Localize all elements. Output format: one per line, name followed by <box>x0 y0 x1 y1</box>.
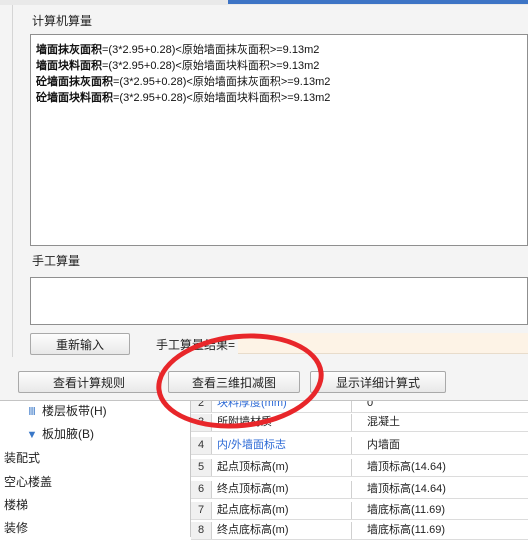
tree-group-prefab[interactable]: 装配式 <box>4 449 40 467</box>
show-detailed-formula-button[interactable]: 显示详细计算式 <box>310 371 446 393</box>
view-3d-deduction-button[interactable]: 查看三维扣减图 <box>168 371 300 393</box>
manual-section-title: 手工算量 <box>32 254 81 268</box>
manual-result-field[interactable] <box>238 333 528 354</box>
property-table: 2 块料厚度(mm) 0 3 所附墙材质 混凝土 4 内/外墙面标志 内墙面 5… <box>190 385 528 540</box>
slab-haunch-icon: ▼ <box>26 429 38 441</box>
table-row[interactable]: 5 起点顶标高(m) 墙顶标高(14.64) <box>191 459 528 477</box>
table-row[interactable]: 8 终点底标高(m) 墙底标高(11.69) <box>191 522 528 540</box>
tree-item-label: 板加腋(B) <box>42 427 94 441</box>
manual-calc-input[interactable] <box>30 277 528 325</box>
floor-slab-band-icon: Ⅲ <box>28 406 36 418</box>
quantity-calculation-dialog: 计算机算量 墙面抹灰面积=(3*2.95+0.28)<原始墙面抹灰面积>=9.1… <box>0 0 528 401</box>
calc-formula-box[interactable]: 墙面抹灰面积=(3*2.95+0.28)<原始墙面抹灰面积>=9.13m2 墙面… <box>30 34 528 246</box>
table-row[interactable]: 6 终点顶标高(m) 墙顶标高(14.64) <box>191 481 528 499</box>
table-row[interactable]: 4 内/外墙面标志 内墙面 <box>191 437 528 455</box>
view-calc-rules-button[interactable]: 查看计算规则 <box>18 371 160 393</box>
calc-line: 墙面块料面积=(3*2.95+0.28)<原始墙面块料面积>=9.13m2 <box>36 60 320 72</box>
tree-group-stairs[interactable]: 楼梯 <box>4 496 28 514</box>
accent-bar <box>228 0 528 4</box>
tree-item-label: 楼层板带(H) <box>42 404 107 418</box>
tree-group-hollow-floor[interactable]: 空心楼盖 <box>4 473 52 491</box>
tree-item-slab-haunch[interactable]: ▼ 板加腋(B) <box>26 425 94 443</box>
component-tree: Ⅲ 楼层板带(H) ▼ 板加腋(B) 装配式 空心楼盖 楼梯 装修 <box>0 385 190 537</box>
calc-line: 砼墙面抹灰面积=(3*2.95+0.28)<原始墙面抹灰面积>=9.13m2 <box>36 76 331 88</box>
calc-line: 墙面抹灰面积=(3*2.95+0.28)<原始墙面抹灰面积>=9.13m2 <box>36 44 320 56</box>
reenter-button[interactable]: 重新输入 <box>30 333 130 355</box>
tree-item-floor-slab-band[interactable]: Ⅲ 楼层板带(H) <box>26 402 107 420</box>
manual-result-label: 手工算量结果= <box>156 338 236 352</box>
tree-group-decoration[interactable]: 装修 <box>4 519 28 537</box>
table-row[interactable]: 3 所附墙材质 混凝土 <box>191 414 528 432</box>
table-row[interactable]: 7 起点底标高(m) 墙底标高(11.69) <box>191 502 528 520</box>
calc-section-title: 计算机算量 <box>32 14 93 28</box>
calc-line: 砼墙面块料面积=(3*2.95+0.28)<原始墙面块料面积>=9.13m2 <box>36 92 331 104</box>
